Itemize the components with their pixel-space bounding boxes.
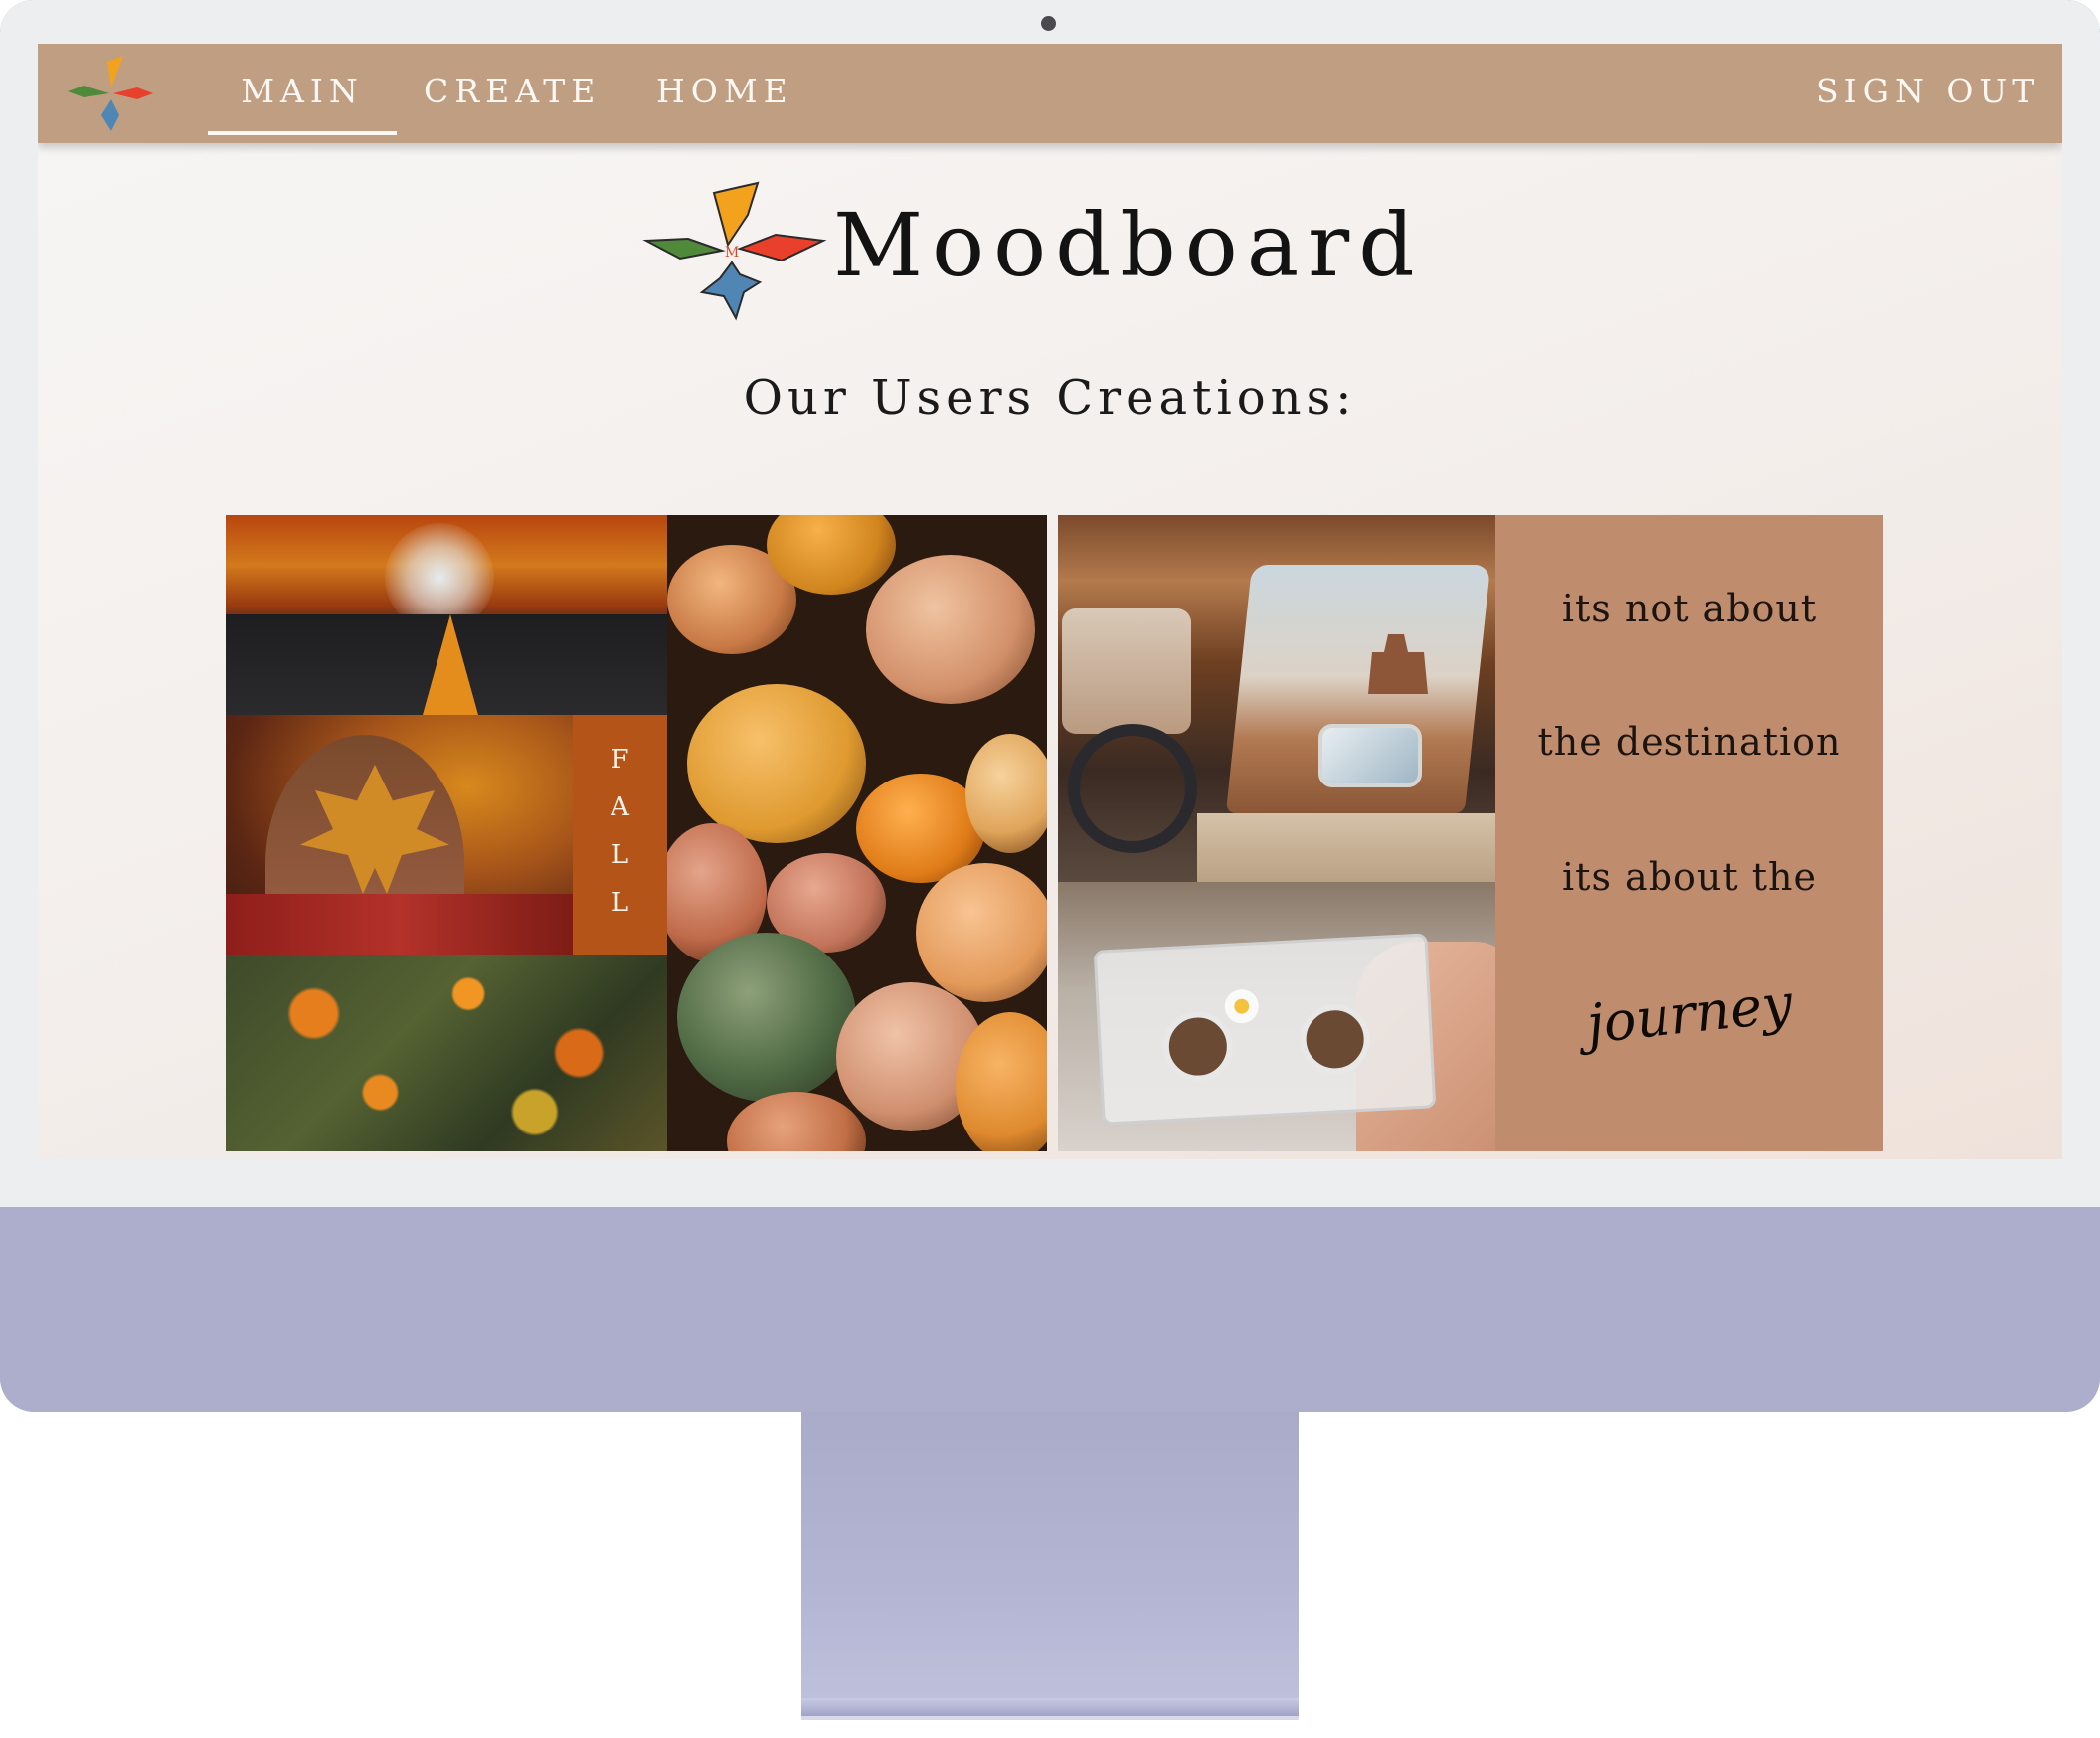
photo-leaf-portrait xyxy=(226,715,573,955)
photo-pumpkins xyxy=(667,515,1047,1151)
monitor-frame: MAIN CREATE HOME SIGN OUT M Moodboard Ou… xyxy=(0,0,2100,1412)
quote-line: its about the xyxy=(1562,855,1817,899)
photo-autumn-forest xyxy=(226,955,667,1151)
moodboard-logo-icon: M xyxy=(642,181,827,321)
camera-dot-icon xyxy=(1041,16,1056,31)
monitor-bezel: MAIN CREATE HOME SIGN OUT M Moodboard Ou… xyxy=(0,0,2100,1207)
nav-active-underline xyxy=(208,131,397,135)
moodboard-card-journey[interactable]: its not about the destination its about … xyxy=(1058,515,1883,1151)
monitor-stand xyxy=(801,1412,1299,1710)
quote-script-word: journey xyxy=(1583,971,1796,1056)
top-navbar: MAIN CREATE HOME SIGN OUT xyxy=(38,44,2062,143)
fall-letter: A xyxy=(611,792,629,822)
fall-letter: L xyxy=(611,888,629,918)
moodboard-card-fall[interactable]: F A L L xyxy=(226,515,1047,1151)
fall-letter: L xyxy=(611,840,629,870)
fall-letter: F xyxy=(611,745,629,775)
monitor-stand-shadow xyxy=(801,1716,1299,1720)
monitor-stand-foot xyxy=(801,1698,1299,1718)
browser-viewport: MAIN CREATE HOME SIGN OUT M Moodboard Ou… xyxy=(38,44,2062,1159)
quote-line: its not about xyxy=(1561,587,1818,630)
nav-link-main[interactable]: MAIN xyxy=(208,70,397,113)
quote-line: the destination xyxy=(1537,720,1841,764)
gallery-heading: Our Users Creations: xyxy=(743,370,1357,426)
moodboard-logo-icon[interactable] xyxy=(54,50,169,137)
quote-tile: its not about the destination its about … xyxy=(1495,515,1883,1151)
photo-truck-desert xyxy=(1058,515,1495,882)
sign-out-button[interactable]: SIGN OUT xyxy=(1816,70,2040,113)
photo-cassette-tape xyxy=(1058,882,1495,1151)
nav-link-create[interactable]: CREATE xyxy=(424,70,601,113)
fall-label-tile: F A L L xyxy=(573,715,667,955)
photo-autumn-road xyxy=(226,515,667,715)
logo-letter: M xyxy=(725,245,739,261)
site-title: Moodboard xyxy=(833,194,1424,296)
nav-link-home[interactable]: HOME xyxy=(656,70,793,113)
